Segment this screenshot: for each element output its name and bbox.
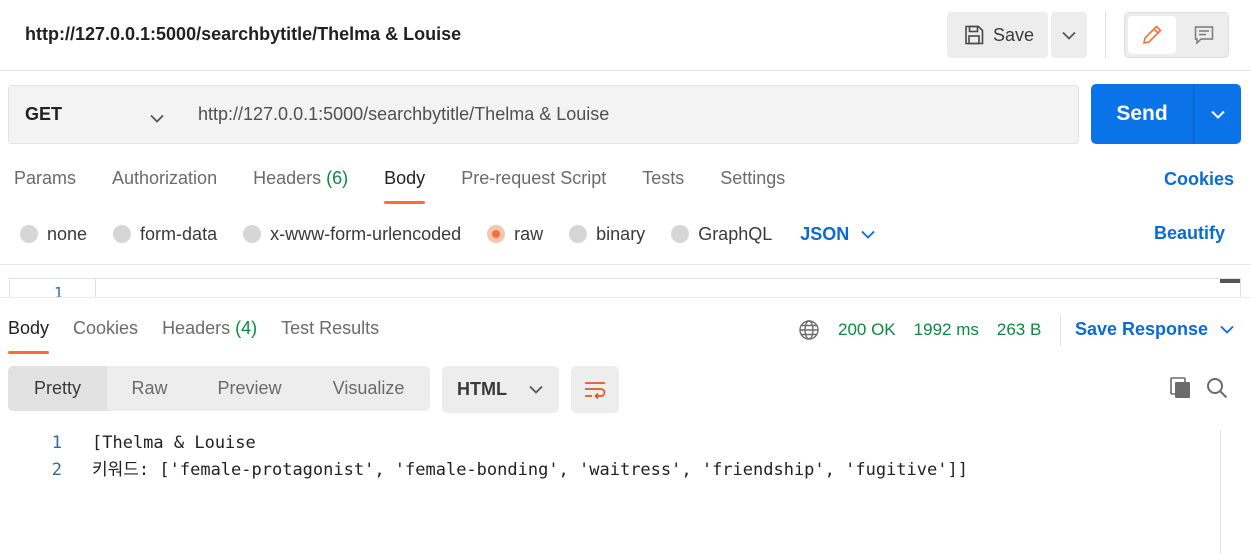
response-headers-count: (4) bbox=[235, 318, 258, 338]
radio-indicator bbox=[243, 225, 262, 243]
copy-icon[interactable] bbox=[1169, 376, 1193, 405]
radio-indicator bbox=[487, 225, 506, 243]
response-tab-headers[interactable]: Headers (4) bbox=[162, 318, 257, 354]
radio-indicator bbox=[20, 225, 38, 243]
chevron-down-icon bbox=[1062, 31, 1076, 40]
tab-params[interactable]: Params bbox=[14, 168, 76, 204]
headers-count: (6) bbox=[326, 168, 349, 188]
request-header: http://127.0.0.1:5000/searchbytitle/Thel… bbox=[0, 0, 1251, 71]
request-body-editor[interactable]: 1 bbox=[9, 278, 1241, 297]
tab-tests[interactable]: Tests bbox=[642, 168, 684, 204]
pane-resize-handle[interactable] bbox=[0, 297, 1251, 306]
view-mode-segmented: Pretty Raw Preview Visualize bbox=[8, 366, 430, 411]
editor-gutter: 1 bbox=[10, 279, 96, 297]
response-scrollbar[interactable] bbox=[1241, 430, 1251, 554]
response-tab-test-results[interactable]: Test Results bbox=[281, 318, 379, 354]
response-scrollbar-track[interactable] bbox=[1220, 430, 1221, 554]
response-status: 200 OK 1992 ms 263 B bbox=[798, 318, 1059, 342]
radio-raw[interactable]: raw bbox=[487, 224, 543, 245]
divider bbox=[1105, 12, 1106, 58]
method-select[interactable]: GET bbox=[8, 85, 183, 144]
response-tab-cookies[interactable]: Cookies bbox=[73, 318, 138, 354]
editor-line-number: 1 bbox=[54, 284, 64, 297]
comment-icon bbox=[1193, 24, 1215, 46]
code-line: 2 키워드: ['female-protagonist', 'female-bo… bbox=[0, 457, 1220, 484]
radio-none[interactable]: none bbox=[20, 224, 87, 245]
comments-button[interactable] bbox=[1180, 16, 1228, 54]
globe-icon[interactable] bbox=[798, 319, 820, 341]
save-icon bbox=[963, 24, 985, 46]
code-text: 키워드: ['female-protagonist', 'female-bond… bbox=[92, 460, 968, 480]
request-tabs: Params Authorization Headers (6) Body Pr… bbox=[14, 168, 785, 204]
code-text: [Thelma & Louise bbox=[92, 433, 256, 453]
beautify-link[interactable]: Beautify bbox=[1154, 223, 1225, 244]
tab-body[interactable]: Body bbox=[384, 168, 426, 204]
chevron-down-icon bbox=[861, 230, 875, 239]
send-button-group: Send bbox=[1091, 84, 1241, 144]
save-label: Save bbox=[993, 24, 1035, 45]
save-response-label: Save Response bbox=[1075, 319, 1209, 339]
tab-authorization[interactable]: Authorization bbox=[112, 168, 217, 204]
response-size[interactable]: 263 B bbox=[997, 320, 1041, 340]
cookies-link[interactable]: Cookies bbox=[1164, 169, 1234, 190]
response-tabs: Body Cookies Headers (4) Test Results bbox=[8, 318, 379, 354]
save-button[interactable]: Save bbox=[947, 12, 1048, 58]
view-raw[interactable]: Raw bbox=[107, 366, 192, 411]
radio-form-data[interactable]: form-data bbox=[113, 224, 217, 245]
response-format-label: HTML bbox=[457, 379, 507, 399]
radio-indicator bbox=[113, 225, 132, 243]
response-format-select[interactable]: HTML bbox=[442, 366, 559, 413]
radio-graphql[interactable]: GraphQL bbox=[671, 224, 772, 245]
save-response-button[interactable]: Save Response bbox=[1075, 319, 1234, 340]
send-button[interactable]: Send bbox=[1091, 84, 1193, 144]
line-number: 1 bbox=[51, 433, 62, 453]
divider bbox=[1060, 314, 1061, 346]
edit-mode-button[interactable] bbox=[1128, 16, 1176, 54]
chevron-down-icon bbox=[1210, 110, 1225, 119]
request-title[interactable]: http://127.0.0.1:5000/searchbytitle/Thel… bbox=[25, 24, 461, 45]
divider bbox=[0, 264, 1251, 265]
radio-indicator bbox=[569, 225, 588, 243]
chevron-down-icon bbox=[150, 107, 164, 128]
raw-language-label: JSON bbox=[800, 223, 850, 244]
chevron-down-icon bbox=[1220, 325, 1234, 334]
wrap-lines-button[interactable] bbox=[571, 366, 619, 413]
response-body-viewer[interactable]: 1 [Thelma & Louise 2 키워드: ['female-prota… bbox=[0, 430, 1220, 484]
radio-x-www-form-urlencoded[interactable]: x-www-form-urlencoded bbox=[243, 224, 461, 245]
mode-toggle bbox=[1124, 12, 1229, 58]
url-input[interactable] bbox=[182, 85, 1079, 144]
tab-pre-request-script[interactable]: Pre-request Script bbox=[461, 168, 606, 204]
tab-settings[interactable]: Settings bbox=[720, 168, 785, 204]
radio-binary[interactable]: binary bbox=[569, 224, 645, 245]
chevron-down-icon bbox=[529, 385, 543, 394]
pencil-icon bbox=[1141, 24, 1163, 46]
send-options-button[interactable] bbox=[1194, 84, 1241, 144]
view-pretty[interactable]: Pretty bbox=[8, 366, 107, 411]
wrap-lines-icon bbox=[583, 379, 607, 401]
code-line: 1 [Thelma & Louise bbox=[0, 430, 1220, 457]
line-number: 2 bbox=[51, 460, 62, 480]
raw-language-select[interactable]: JSON bbox=[800, 224, 875, 245]
status-code[interactable]: 200 OK bbox=[838, 320, 896, 340]
response-tab-body[interactable]: Body bbox=[8, 318, 50, 354]
tab-headers[interactable]: Headers (6) bbox=[253, 168, 348, 204]
editor-scrollbar[interactable] bbox=[1220, 279, 1240, 283]
response-time[interactable]: 1992 ms bbox=[914, 320, 979, 340]
view-visualize[interactable]: Visualize bbox=[307, 366, 430, 411]
body-type-radios: none form-data x-www-form-urlencoded raw… bbox=[20, 222, 875, 246]
save-options-button[interactable] bbox=[1051, 12, 1087, 58]
view-preview[interactable]: Preview bbox=[192, 366, 307, 411]
method-label: GET bbox=[25, 104, 63, 124]
search-icon[interactable] bbox=[1205, 376, 1229, 405]
radio-indicator bbox=[671, 225, 690, 243]
